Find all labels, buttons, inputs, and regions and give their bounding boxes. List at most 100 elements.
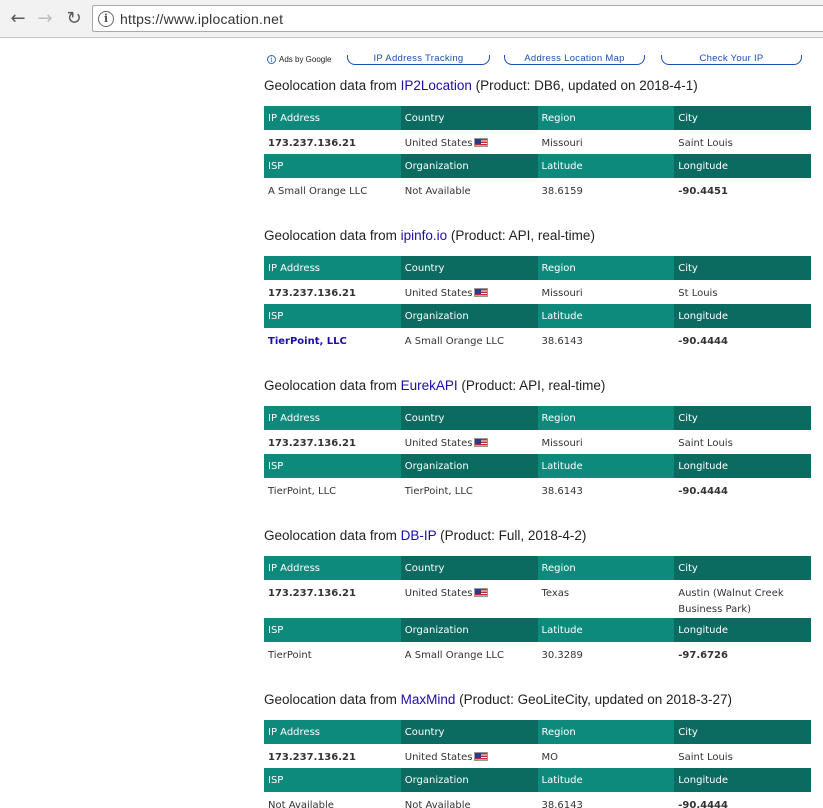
longitude-value: -90.4444 — [678, 486, 728, 497]
ad-link-check-ip[interactable]: Check Your IP — [661, 54, 802, 65]
source-link[interactable]: MaxMind — [401, 692, 456, 707]
table-row: A Small Orange LLC Not Available 38.6159 -9… — [264, 178, 811, 202]
header-city: City — [674, 406, 811, 430]
us-flag-icon — [474, 752, 489, 761]
address-bar[interactable]: i https://www.iplocation.net — [92, 5, 823, 32]
latitude-value: 38.6143 — [541, 336, 583, 347]
ip-value: 173.237.136.21 — [268, 752, 356, 763]
ip-value: 173.237.136.21 — [268, 438, 356, 449]
isp-value: TierPoint — [268, 650, 312, 661]
table-row: 173.237.136.21 United States Texas Austin (… — [264, 580, 811, 618]
header-longitude: Longitude — [674, 154, 811, 178]
geo-table: IP Address Country Region City 173.237.136.2… — [264, 106, 811, 202]
header-ip: IP Address — [264, 720, 401, 744]
header-isp: ISP — [264, 154, 401, 178]
ip-value: 173.237.136.21 — [268, 138, 356, 149]
ad-info-icon[interactable]: i — [267, 55, 276, 64]
table-header-row: ISP Organization Latitude Longitude — [264, 768, 811, 792]
geo-table: IP Address Country Region City 173.237.136.2… — [264, 720, 811, 808]
isp-value: Not Available — [268, 800, 334, 808]
table-header-row: IP Address Country Region City — [264, 106, 811, 130]
section-title: Geolocation data from MaxMind (Product: … — [264, 692, 733, 707]
ad-link-location-map[interactable]: Address Location Map — [504, 54, 645, 65]
ad-link-ip-tracking[interactable]: IP Address Tracking — [347, 54, 490, 65]
back-arrow-icon[interactable]: ← — [6, 6, 30, 30]
forward-arrow-icon[interactable]: → — [33, 6, 57, 30]
header-longitude: Longitude — [674, 454, 811, 478]
ip-value: 173.237.136.21 — [268, 288, 356, 299]
geo-table: IP Address Country Region City 173.237.136.2… — [264, 256, 811, 352]
header-latitude: Latitude — [537, 154, 675, 178]
table-row: 173.237.136.21 United States Missouri Saint… — [264, 130, 811, 154]
header-isp: ISP — [264, 618, 401, 642]
longitude-value: -90.4451 — [678, 186, 728, 197]
url-text[interactable]: https://www.iplocation.net — [120, 11, 283, 27]
header-isp: ISP — [264, 768, 401, 792]
table-header-row: IP Address Country Region City — [264, 406, 811, 430]
organization-value: Not Available — [404, 800, 471, 808]
table-row: TierPoint, LLC A Small Orange LLC 38.6143 -… — [264, 328, 811, 352]
header-region: Region — [537, 556, 675, 580]
header-city: City — [674, 720, 811, 744]
header-latitude: Latitude — [537, 304, 675, 328]
us-flag-icon — [474, 288, 489, 297]
header-organization: Organization — [400, 768, 538, 792]
geo-section: Geolocation data from DB-IP (Product: Fu… — [264, 502, 811, 666]
region-value: Texas — [541, 588, 570, 599]
region-value: MO — [541, 752, 559, 763]
source-link[interactable]: EurekAPI — [401, 378, 458, 393]
latitude-value: 38.6143 — [541, 486, 583, 497]
header-longitude: Longitude — [674, 768, 811, 792]
header-country: Country — [400, 720, 538, 744]
isp-link[interactable]: TierPoint, LLC — [268, 336, 347, 347]
us-flag-icon — [474, 138, 489, 147]
table-row: 173.237.136.21 United States Missouri Saint… — [264, 430, 811, 454]
table-header-row: ISP Organization Latitude Longitude — [264, 154, 811, 178]
header-longitude: Longitude — [674, 304, 811, 328]
geo-section: Geolocation data from ipinfo.io (Product… — [264, 202, 811, 352]
region-value: Missouri — [541, 438, 583, 449]
page-content: i Ads by Google IP Address Tracking Addr… — [264, 50, 811, 808]
source-link[interactable]: ipinfo.io — [401, 228, 448, 243]
header-region: Region — [537, 256, 675, 280]
latitude-value: 38.6159 — [541, 186, 583, 197]
browser-toolbar: ← → ↻ i https://www.iplocation.net — [0, 0, 823, 38]
source-link[interactable]: IP2Location — [401, 78, 472, 93]
section-title: Geolocation data from ipinfo.io (Product… — [264, 228, 595, 243]
site-info-icon[interactable]: i — [98, 10, 114, 27]
isp-value: A Small Orange LLC — [268, 186, 368, 197]
source-link[interactable]: DB-IP — [401, 528, 437, 543]
isp-value: TierPoint, LLC — [268, 486, 337, 497]
header-latitude: Latitude — [537, 768, 675, 792]
organization-value: A Small Orange LLC — [404, 650, 504, 661]
ads-bar: i Ads by Google IP Address Tracking Addr… — [264, 50, 811, 70]
organization-value: Not Available — [404, 186, 471, 197]
country-value: United States — [401, 744, 538, 768]
region-value: Missouri — [541, 138, 583, 149]
ads-by-google[interactable]: i Ads by Google — [267, 55, 331, 64]
reload-icon[interactable]: ↻ — [62, 6, 86, 30]
header-region: Region — [537, 406, 675, 430]
table-row: TierPoint, LLC TierPoint, LLC 38.6143 -90.4… — [264, 478, 811, 502]
longitude-value: -90.4444 — [678, 336, 728, 347]
header-latitude: Latitude — [537, 454, 675, 478]
geo-table: IP Address Country Region City 173.237.136.2… — [264, 406, 811, 502]
header-ip: IP Address — [264, 556, 401, 580]
table-row: 173.237.136.21 United States Missouri St Lo… — [264, 280, 811, 304]
header-isp: ISP — [264, 304, 401, 328]
city-value: Saint Louis — [678, 138, 733, 149]
header-ip: IP Address — [264, 406, 401, 430]
table-header-row: ISP Organization Latitude Longitude — [264, 304, 811, 328]
header-city: City — [674, 256, 811, 280]
section-title: Geolocation data from DB-IP (Product: Fu… — [264, 528, 587, 543]
country-value: United States — [401, 130, 538, 154]
city-value: Saint Louis — [678, 752, 733, 763]
section-title: Geolocation data from EurekAPI (Product:… — [264, 378, 606, 393]
header-organization: Organization — [400, 154, 538, 178]
organization-value: TierPoint, LLC — [404, 486, 473, 497]
header-organization: Organization — [400, 618, 538, 642]
table-row: 173.237.136.21 United States MO Saint Louis — [264, 744, 811, 768]
region-value: Missouri — [541, 288, 583, 299]
